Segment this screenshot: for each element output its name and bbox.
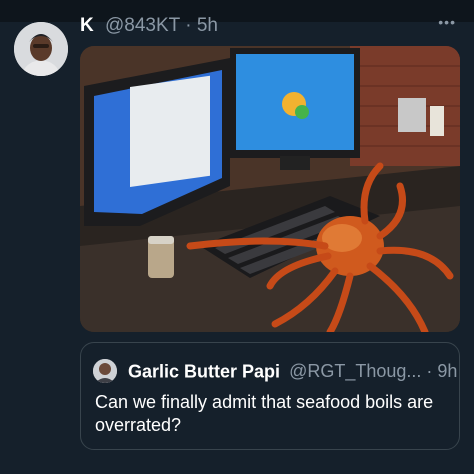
crab-on-keyboard-image: [80, 46, 460, 332]
quoted-tweet[interactable]: Garlic Butter Papi @RGT_Thoug... · 9h Ca…: [80, 342, 460, 450]
more-horizontal-icon[interactable]: •••: [438, 14, 456, 30]
tweet-header: K @843KT · 5h: [80, 14, 460, 38]
tweet-photo[interactable]: [80, 46, 460, 332]
author-name[interactable]: K: [80, 15, 94, 36]
quoted-tweet-header: Garlic Butter Papi @RGT_Thoug... · 9h: [93, 357, 457, 384]
avatar-picture: [14, 22, 68, 76]
author-handle-time[interactable]: @843KT · 5h: [105, 15, 218, 36]
quoted-avatar-picture: [93, 359, 117, 384]
quoted-author-name: Garlic Butter Papi: [128, 361, 281, 382]
author-avatar[interactable]: [14, 22, 68, 76]
quoted-tweet-text: Can we finally admit that seafood boils …: [95, 392, 434, 435]
quoted-author-handle-time: @RGT_Thoug... · 9h: [289, 361, 458, 382]
quoted-author-avatar: [93, 359, 117, 384]
